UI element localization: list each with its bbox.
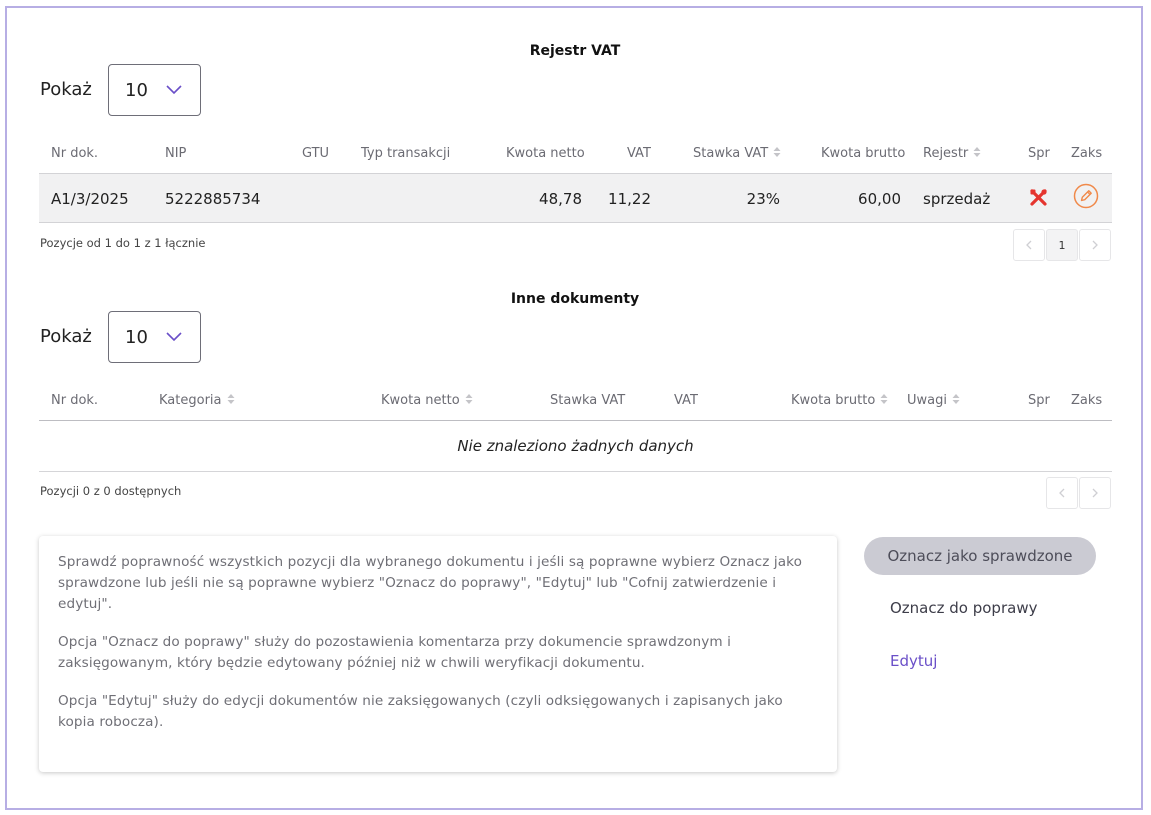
vat-page-button[interactable]: 1 [1046, 229, 1078, 261]
other-col-uwagi[interactable]: Uwagi [907, 393, 960, 408]
sort-icon [952, 394, 960, 404]
vat-cell-netto: 48,78 [539, 190, 582, 208]
vat-col-gtu[interactable]: GTU [302, 146, 329, 161]
vat-table-info: Pozycje od 1 do 1 z 1 łącznie [40, 236, 206, 250]
help-card: Sprawdź poprawność wszystkich pozycji dl… [39, 536, 837, 772]
sort-icon [880, 394, 888, 404]
other-section-title: Inne dokumenty [510, 291, 640, 307]
other-col-zaks[interactable]: Zaks [1071, 393, 1102, 408]
other-col-vat[interactable]: VAT [674, 393, 698, 408]
other-col-kategoria-label: Kategoria [159, 393, 222, 408]
vat-page-size-value: 10 [125, 79, 148, 101]
vat-col-nip[interactable]: NIP [165, 146, 186, 161]
help-paragraph: Opcja "Edytuj" służy do edycji dokumentó… [58, 693, 783, 730]
other-prev-page-button[interactable] [1046, 477, 1078, 509]
sort-icon [973, 147, 981, 157]
vat-col-brutto[interactable]: Kwota brutto [821, 146, 905, 161]
other-col-spr[interactable]: Spr [1028, 393, 1050, 408]
vat-col-zaks[interactable]: Zaks [1071, 146, 1102, 161]
chevron-left-icon [1059, 488, 1065, 498]
vat-col-typ[interactable]: Typ transakcji [361, 146, 450, 161]
other-col-kategoria[interactable]: Kategoria [159, 393, 235, 408]
vat-cell-nr: A1/3/2025 [51, 190, 129, 208]
vat-col-netto[interactable]: Kwota netto [506, 146, 585, 161]
chevron-down-icon [166, 332, 182, 342]
other-col-nr[interactable]: Nr dok. [51, 393, 98, 408]
vat-cell-brutto: 60,00 [858, 190, 901, 208]
chevron-right-icon [1092, 488, 1098, 498]
chevron-left-icon [1026, 240, 1032, 250]
vat-col-stawka-label: Stawka VAT [693, 146, 769, 161]
other-col-stawka[interactable]: Stawka VAT [550, 393, 625, 408]
vat-col-stawka[interactable]: Stawka VAT [693, 146, 781, 161]
vat-cell-nip: 5222885734 [165, 190, 261, 208]
pencil-circle-icon[interactable] [1073, 183, 1099, 209]
other-show-label: Pokaż [40, 326, 92, 347]
mark-checked-button[interactable]: Oznacz jako sprawdzone [864, 537, 1096, 575]
sort-icon [465, 394, 473, 404]
help-paragraph: Opcja "Oznacz do poprawy" służy do pozos… [58, 634, 732, 671]
vat-show-label: Pokaż [40, 79, 92, 100]
vat-page-size-select[interactable]: 10 [108, 64, 201, 116]
other-col-netto-label: Kwota netto [381, 393, 460, 408]
chevron-down-icon [166, 85, 182, 95]
other-col-brutto-label: Kwota brutto [791, 393, 876, 408]
other-col-uwagi-label: Uwagi [907, 393, 947, 408]
other-page-size-value: 10 [125, 326, 148, 348]
sort-icon [227, 394, 234, 404]
vat-cell-rejestr: sprzedaż [923, 190, 991, 208]
other-col-netto[interactable]: Kwota netto [381, 393, 473, 408]
vat-col-nr[interactable]: Nr dok. [51, 146, 98, 161]
chevron-right-icon [1092, 240, 1098, 250]
vat-col-vat[interactable]: VAT [627, 146, 651, 161]
tools-cross-icon[interactable] [1030, 189, 1047, 206]
table-divider [39, 420, 1112, 421]
other-next-page-button[interactable] [1079, 477, 1111, 509]
edit-button[interactable]: Edytuj [890, 652, 937, 670]
vat-cell-stawka: 23% [746, 190, 780, 208]
vat-prev-page-button[interactable] [1013, 229, 1045, 261]
mark-fix-button[interactable]: Oznacz do poprawy [890, 599, 1037, 617]
other-page-size-select[interactable]: 10 [108, 311, 201, 363]
vat-cell-vat: 11,22 [608, 190, 651, 208]
other-empty-message: Nie znaleziono żadnych danych [457, 437, 694, 455]
other-col-brutto[interactable]: Kwota brutto [791, 393, 888, 408]
vat-col-spr[interactable]: Spr [1028, 146, 1050, 161]
vat-next-page-button[interactable] [1079, 229, 1111, 261]
vat-col-rejestr-label: Rejestr [923, 146, 969, 161]
vat-section-title: Rejestr VAT [529, 43, 621, 59]
vat-col-rejestr[interactable]: Rejestr [923, 146, 981, 161]
table-divider [39, 471, 1112, 472]
sort-icon [773, 147, 781, 157]
other-table-info: Pozycji 0 z 0 dostępnych [40, 484, 182, 498]
help-paragraph: Sprawdź poprawność wszystkich pozycji dl… [58, 554, 803, 612]
